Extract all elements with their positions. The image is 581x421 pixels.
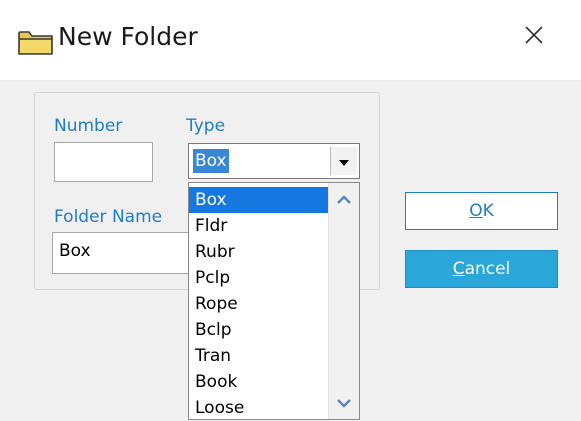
folder-name-value: Box <box>59 241 91 261</box>
type-option-pclp[interactable]: Pclp <box>189 265 329 291</box>
chevron-down-icon <box>338 152 350 171</box>
number-input[interactable] <box>54 142 153 182</box>
type-dropdown-button[interactable] <box>330 147 357 175</box>
title-bar[interactable]: New Folder <box>0 0 581 80</box>
scroll-up-button[interactable] <box>329 185 359 211</box>
type-option-box[interactable]: Box <box>189 187 329 213</box>
type-label: Type <box>186 116 226 136</box>
cancel-mnemonic: C <box>452 259 465 279</box>
folder-name-input[interactable]: Box <box>52 232 189 274</box>
close-icon <box>524 25 544 49</box>
window-title: New Folder <box>58 22 198 51</box>
type-selected-value: Box <box>193 149 229 173</box>
ok-button[interactable]: OK <box>405 192 558 230</box>
type-combobox[interactable]: Box <box>188 143 360 179</box>
folder-icon <box>18 28 54 56</box>
cancel-button[interactable]: Cancel <box>405 250 558 288</box>
chevron-up-icon <box>337 189 351 208</box>
close-button[interactable] <box>508 14 560 60</box>
type-option-rope[interactable]: Rope <box>189 291 329 317</box>
type-option-loose[interactable]: Loose <box>189 395 329 419</box>
dropdown-scrollbar[interactable] <box>328 183 359 419</box>
ok-mnemonic: O <box>469 201 483 221</box>
scroll-down-button[interactable] <box>329 389 359 415</box>
cancel-label-rest: ancel <box>464 259 511 279</box>
type-option-tran[interactable]: Tran <box>189 343 329 369</box>
type-option-rubr[interactable]: Rubr <box>189 239 329 265</box>
ok-label-rest: K <box>482 201 494 221</box>
type-option-fldr[interactable]: Fldr <box>189 213 329 239</box>
folder-name-label: Folder Name <box>54 207 163 227</box>
chevron-down-icon <box>337 393 351 412</box>
type-dropdown-list[interactable]: Box Fldr Rubr Pclp Rope Bclp Tran Book L… <box>188 182 360 420</box>
new-folder-dialog: New Folder Number Type Box Folder Name B… <box>0 0 581 421</box>
type-option-book[interactable]: Book <box>189 369 329 395</box>
type-option-bclp[interactable]: Bclp <box>189 317 329 343</box>
number-label: Number <box>54 116 123 136</box>
